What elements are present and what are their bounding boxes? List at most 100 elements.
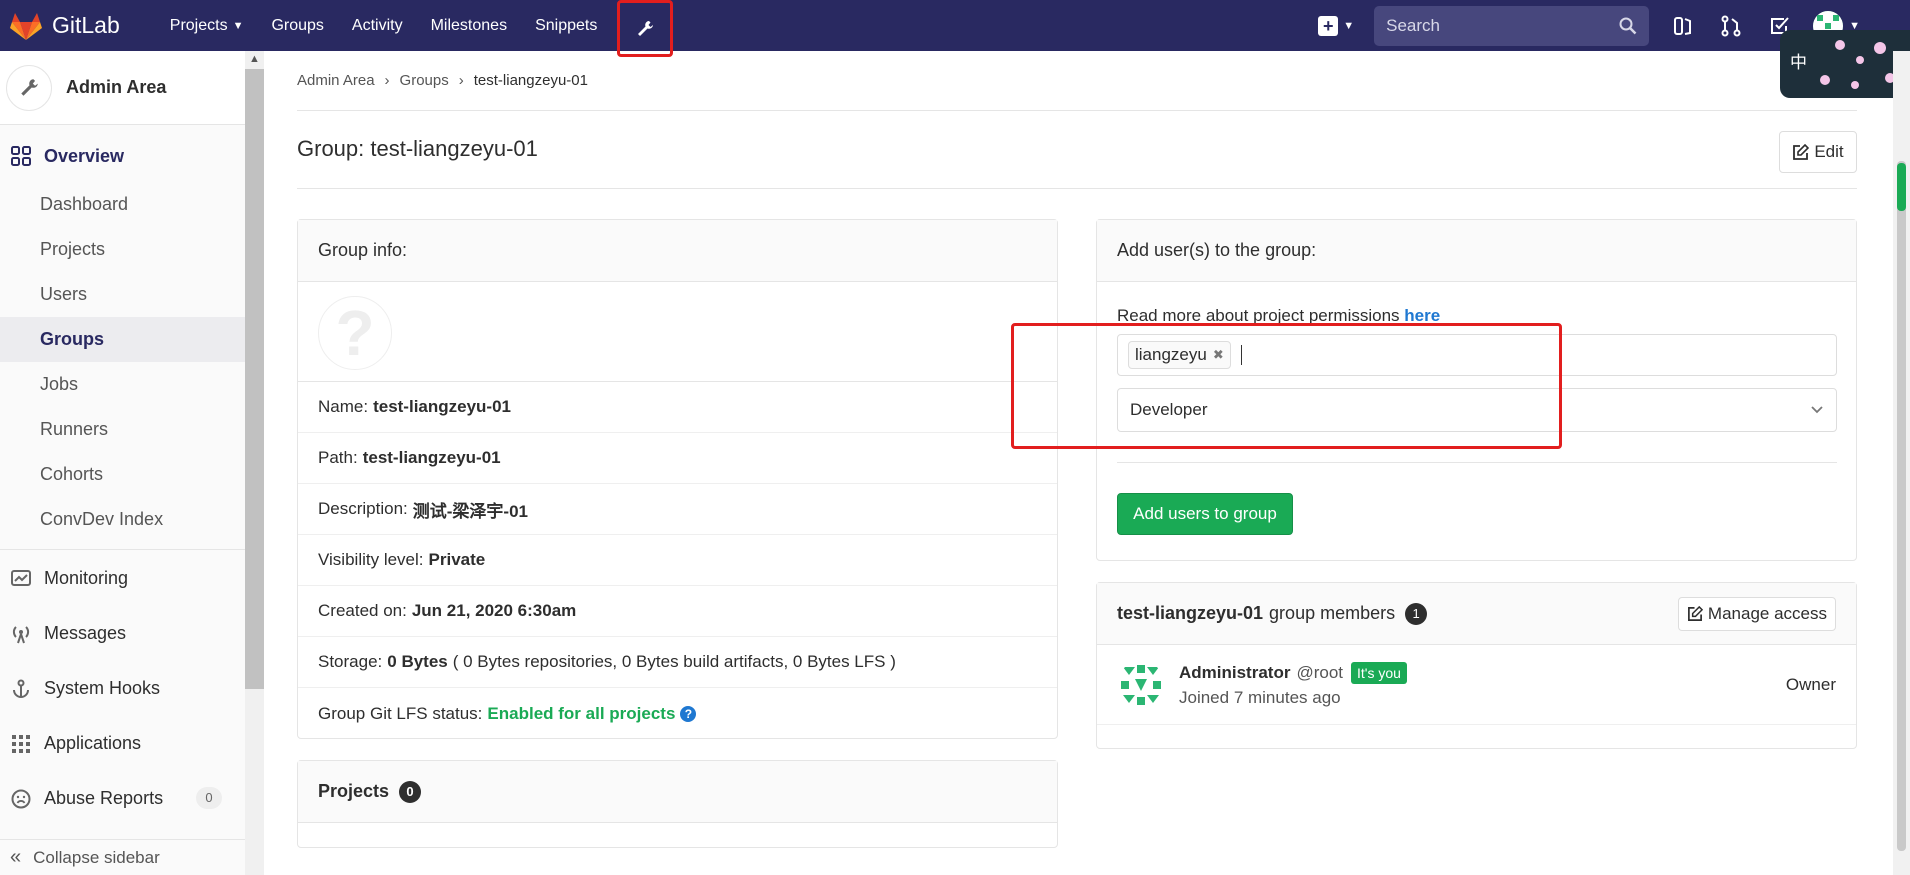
frown-face-icon [10, 788, 32, 810]
member-role: Owner [1785, 674, 1836, 694]
sidebar-item-messages[interactable]: Messages [0, 611, 245, 656]
group-avatar-placeholder-icon: ? [318, 296, 392, 370]
manage-access-label: Manage access [1707, 603, 1827, 623]
sidebar-item-runners[interactable]: Runners [0, 407, 245, 452]
help-question-icon[interactable]: ? [680, 705, 697, 722]
sidebar-scroll-thumb[interactable] [245, 69, 264, 689]
double-chevron-left-icon: « [10, 846, 22, 868]
edit-button[interactable]: Edit [1779, 131, 1857, 173]
chevron-right-icon: › [384, 72, 390, 89]
user-token[interactable]: liangzeyu ✖ [1128, 341, 1231, 369]
overview-grid-icon [10, 145, 32, 167]
access-level-select[interactable]: Developer [1117, 388, 1837, 432]
nav-snippets[interactable]: Snippets [535, 17, 597, 35]
storage-detail: ( 0 Bytes repositories, 0 Bytes build ar… [452, 652, 896, 671]
members-label: group members [1269, 603, 1396, 623]
projects-heading-label: Projects [318, 781, 390, 801]
add-users-to-group-button[interactable]: Add users to group [1117, 493, 1293, 535]
page-title: Group: test-liangzeyu-01 [297, 136, 538, 161]
nav-projects[interactable]: Projects ▼ [170, 17, 244, 35]
info-path-row: Path: test-liangzeyu-01 [298, 433, 1057, 484]
group-avatar-row: ? [298, 282, 1057, 382]
ime-indicator[interactable]: 中 [1780, 30, 1910, 98]
new-dropdown-button[interactable]: + ▼ [1318, 15, 1355, 36]
projects-heading: Projects 0 [298, 761, 1057, 823]
sidebar-item-applications[interactable]: Applications [0, 721, 245, 766]
sidebar-scrollbar[interactable]: ▲ [245, 51, 264, 875]
sidebar-item-dashboard[interactable]: Dashboard [0, 182, 245, 227]
sidebar-item-users[interactable]: Users [0, 272, 245, 317]
group-members-panel: test-liangzeyu-01 group members 1 Manage… [1096, 582, 1857, 749]
collapse-sidebar-button[interactable]: « Collapse sidebar [0, 839, 245, 875]
divider [297, 110, 1857, 111]
sidebar-item-label: Monitoring [44, 568, 129, 588]
info-label: Visibility level: [318, 550, 424, 569]
user-select-input[interactable]: liangzeyu ✖ [1117, 334, 1837, 376]
wrench-icon [638, 20, 654, 36]
page-scroll-thumb[interactable] [1897, 161, 1906, 851]
info-value: 测试-梁泽宇-01 [412, 501, 528, 521]
anchor-icon [10, 678, 32, 700]
nav-milestones[interactable]: Milestones [431, 17, 507, 35]
sidebar-header[interactable]: Admin Area [0, 51, 245, 125]
member-info: Administrator @root It's you Joined 7 mi… [1179, 661, 1407, 708]
manage-access-button[interactable]: Manage access [1677, 596, 1836, 631]
edit-icon [1793, 143, 1810, 160]
sidebar-item-label: Abuse Reports [44, 788, 164, 808]
sidebar-item-label: Messages [44, 623, 127, 643]
sidebar-item-convdev-index[interactable]: ConvDev Index [0, 497, 245, 542]
search-input[interactable] [1386, 15, 1607, 36]
page-scrollbar[interactable] [1893, 51, 1910, 875]
permissions-link[interactable]: here [1404, 306, 1440, 325]
wrench-icon [6, 64, 52, 111]
brand[interactable]: GitLab [10, 11, 120, 41]
member-avatar[interactable] [1117, 660, 1165, 709]
lfs-status-value: Enabled for all projects [487, 703, 676, 723]
group-info-panel: Group info: ? Name: test-liangzeyu-01 Pa… [297, 219, 1058, 739]
members-heading: test-liangzeyu-01 group members 1 Manage… [1097, 583, 1856, 645]
broadcast-icon [10, 623, 32, 645]
text-caret [1240, 345, 1242, 365]
info-value: test-liangzeyu-01 [373, 397, 512, 416]
info-storage-row: Storage: 0 Bytes ( 0 Bytes repositories,… [298, 637, 1057, 688]
info-description-row: Description: 测试-梁泽宇-01 [298, 484, 1057, 535]
sidebar-item-label: Applications [44, 733, 142, 753]
sidebar-item-projects[interactable]: Projects [0, 227, 245, 272]
info-value: 0 Bytes [387, 652, 448, 671]
info-name-row: Name: test-liangzeyu-01 [298, 382, 1057, 433]
chevron-down-icon: ▼ [1343, 19, 1355, 32]
issues-icon[interactable] [1669, 12, 1697, 40]
chevron-right-icon: › [458, 72, 464, 89]
info-label: Description: [318, 499, 408, 518]
breadcrumb-groups[interactable]: Groups [400, 72, 449, 89]
info-value: test-liangzeyu-01 [362, 448, 501, 467]
breadcrumb-admin-area[interactable]: Admin Area [297, 72, 375, 89]
info-label: Storage: [318, 652, 383, 671]
member-name[interactable]: Administrator [1179, 663, 1290, 683]
sidebar-divider [0, 549, 245, 550]
sidebar-item-monitoring[interactable]: Monitoring [0, 556, 245, 601]
info-label: Created on: [318, 601, 407, 620]
sidebar-item-cohorts[interactable]: Cohorts [0, 452, 245, 497]
admin-sidebar: Admin Area Overview Dashboard Projects U… [0, 51, 264, 875]
edit-label: Edit [1814, 142, 1844, 161]
sidebar-item-system-hooks[interactable]: System Hooks [0, 666, 245, 711]
chevron-down-icon: ▼ [232, 19, 244, 32]
scroll-up-icon: ▲ [249, 53, 260, 65]
info-created-row: Created on: Jun 21, 2020 6:30am [298, 586, 1057, 637]
nav-groups[interactable]: Groups [271, 17, 323, 35]
sidebar-item-groups[interactable]: Groups [0, 317, 245, 362]
admin-area-button[interactable] [617, 0, 674, 57]
nav-activity[interactable]: Activity [352, 17, 403, 35]
info-visibility-row: Visibility level: Private [298, 535, 1057, 586]
sidebar-item-overview[interactable]: Overview [0, 131, 245, 181]
add-users-heading: Add user(s) to the group: [1097, 220, 1856, 282]
sidebar-item-abuse-reports[interactable]: Abuse Reports 0 [0, 776, 245, 821]
merge-requests-icon[interactable] [1717, 12, 1745, 40]
search-box[interactable] [1374, 5, 1650, 46]
collapse-sidebar-label: Collapse sidebar [33, 847, 160, 867]
remove-token-icon[interactable]: ✖ [1213, 347, 1224, 363]
breadcrumb-current[interactable]: test-liangzeyu-01 [474, 72, 588, 89]
user-token-label: liangzeyu [1135, 345, 1207, 364]
sidebar-item-jobs[interactable]: Jobs [0, 362, 245, 407]
